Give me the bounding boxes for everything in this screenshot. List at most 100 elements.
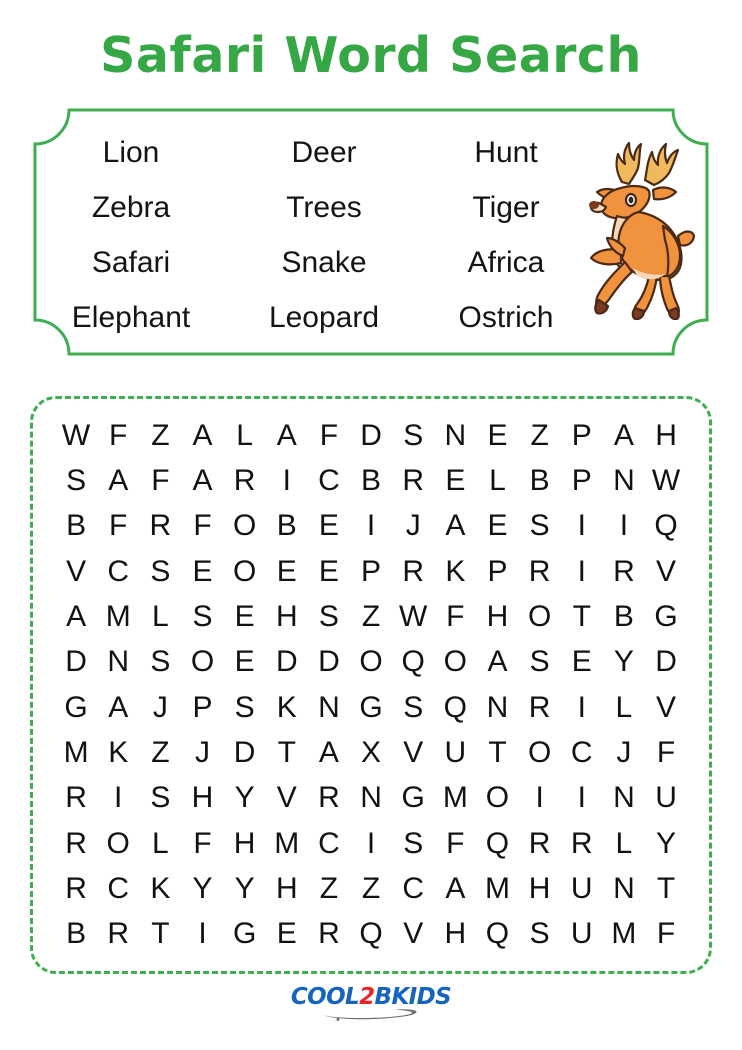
grid-cell[interactable]: Z (308, 873, 350, 904)
grid-cell[interactable]: O (434, 647, 476, 677)
grid-cell[interactable]: C (308, 828, 350, 859)
grid-cell[interactable]: T (266, 737, 308, 768)
grid-cell[interactable]: M (476, 873, 518, 904)
grid-cell[interactable]: E (181, 556, 223, 587)
grid-cell[interactable]: C (97, 873, 139, 904)
grid-cell[interactable]: S (392, 828, 434, 859)
grid-cell[interactable]: Y (645, 828, 687, 859)
grid-cell[interactable]: R (519, 556, 561, 587)
grid-cell[interactable]: Q (476, 828, 518, 859)
grid-cell[interactable]: F (97, 511, 139, 541)
grid-cell[interactable]: Q (434, 692, 476, 723)
grid-cell[interactable]: I (561, 692, 603, 723)
cool2bkids-logo[interactable]: COOL2BKIDS (291, 986, 452, 1021)
grid-cell[interactable]: O (476, 783, 518, 813)
grid-cell[interactable]: O (224, 511, 266, 541)
grid-cell[interactable]: S (519, 647, 561, 677)
grid-cell[interactable]: E (476, 420, 518, 451)
grid-cell[interactable]: S (139, 647, 181, 677)
grid-cell[interactable]: N (350, 783, 392, 813)
grid-cell[interactable]: U (561, 873, 603, 904)
grid-cell[interactable]: U (561, 919, 603, 949)
grid-cell[interactable]: D (266, 647, 308, 677)
grid-cell[interactable]: C (561, 737, 603, 768)
grid-cell[interactable]: E (224, 601, 266, 632)
grid-cell[interactable]: I (181, 919, 223, 949)
grid-cell[interactable]: I (561, 556, 603, 587)
grid-cell[interactable]: V (645, 556, 687, 587)
grid-cell[interactable]: R (308, 919, 350, 949)
grid-cell[interactable]: I (350, 511, 392, 541)
grid-cell[interactable]: F (434, 601, 476, 632)
grid-cell[interactable]: G (645, 601, 687, 632)
grid-cell[interactable]: D (224, 737, 266, 768)
grid-cell[interactable]: B (603, 601, 645, 632)
grid-cell[interactable]: A (181, 465, 223, 496)
grid-cell[interactable]: L (476, 465, 518, 496)
grid-cell[interactable]: A (181, 420, 223, 451)
grid-cell[interactable]: K (434, 556, 476, 587)
grid-cell[interactable]: H (519, 873, 561, 904)
grid-cell[interactable]: S (55, 465, 97, 496)
grid-cell[interactable]: N (603, 465, 645, 496)
grid-cell[interactable]: N (603, 783, 645, 813)
footer-logo[interactable]: COOL2BKIDS (0, 986, 742, 1021)
grid-cell[interactable]: P (561, 465, 603, 496)
grid-cell[interactable]: V (266, 783, 308, 813)
grid-cell[interactable]: L (224, 420, 266, 451)
grid-cell[interactable]: U (645, 783, 687, 813)
grid-cell[interactable]: M (97, 601, 139, 632)
grid-cell[interactable]: A (476, 647, 518, 677)
grid-cell[interactable]: L (603, 692, 645, 723)
grid-cell[interactable]: R (519, 828, 561, 859)
grid-cell[interactable]: N (476, 692, 518, 723)
grid-cell[interactable]: J (603, 737, 645, 768)
grid-cell[interactable]: N (603, 873, 645, 904)
grid-cell[interactable]: R (308, 783, 350, 813)
grid-cell[interactable]: X (350, 737, 392, 768)
grid-cell[interactable]: G (350, 692, 392, 723)
grid-cell[interactable]: P (476, 556, 518, 587)
grid-cell[interactable]: R (392, 465, 434, 496)
grid-cell[interactable]: R (55, 873, 97, 904)
grid-cell[interactable]: L (139, 601, 181, 632)
grid-cell[interactable]: I (519, 783, 561, 813)
grid-cell[interactable]: S (392, 692, 434, 723)
grid-cell[interactable]: R (55, 783, 97, 813)
grid-cell[interactable]: F (97, 420, 139, 451)
grid-cell[interactable]: I (603, 511, 645, 541)
grid-cell[interactable]: S (392, 420, 434, 451)
grid-cell[interactable]: O (181, 647, 223, 677)
grid-cell[interactable]: K (266, 692, 308, 723)
grid-cell[interactable]: R (55, 828, 97, 859)
grid-cell[interactable]: M (603, 919, 645, 949)
grid-cell[interactable]: R (603, 556, 645, 587)
grid-cell[interactable]: G (55, 692, 97, 723)
grid-cell[interactable]: H (476, 601, 518, 632)
grid-cell[interactable]: E (224, 647, 266, 677)
grid-cell[interactable]: K (97, 737, 139, 768)
grid-cell[interactable]: G (224, 919, 266, 949)
grid-cell[interactable]: Y (224, 783, 266, 813)
grid-cell[interactable]: Q (350, 919, 392, 949)
grid-cell[interactable]: D (55, 647, 97, 677)
grid-cell[interactable]: B (519, 465, 561, 496)
grid-cell[interactable]: L (603, 828, 645, 859)
grid-cell[interactable]: E (561, 647, 603, 677)
grid-cell[interactable]: I (350, 828, 392, 859)
grid-cell[interactable]: A (603, 420, 645, 451)
grid-cell[interactable]: Z (139, 737, 181, 768)
grid-cell[interactable]: A (55, 601, 97, 632)
grid-cell[interactable]: T (561, 601, 603, 632)
grid-cell[interactable]: R (519, 692, 561, 723)
grid-cell[interactable]: S (224, 692, 266, 723)
grid-cell[interactable]: C (97, 556, 139, 587)
grid-cell[interactable]: W (645, 465, 687, 496)
grid-cell[interactable]: O (97, 828, 139, 859)
grid-cell[interactable]: H (266, 873, 308, 904)
grid-cell[interactable]: A (266, 420, 308, 451)
grid-cell[interactable]: M (55, 737, 97, 768)
grid-cell[interactable]: Y (224, 873, 266, 904)
grid-cell[interactable]: Z (139, 420, 181, 451)
grid-cell[interactable]: S (308, 601, 350, 632)
